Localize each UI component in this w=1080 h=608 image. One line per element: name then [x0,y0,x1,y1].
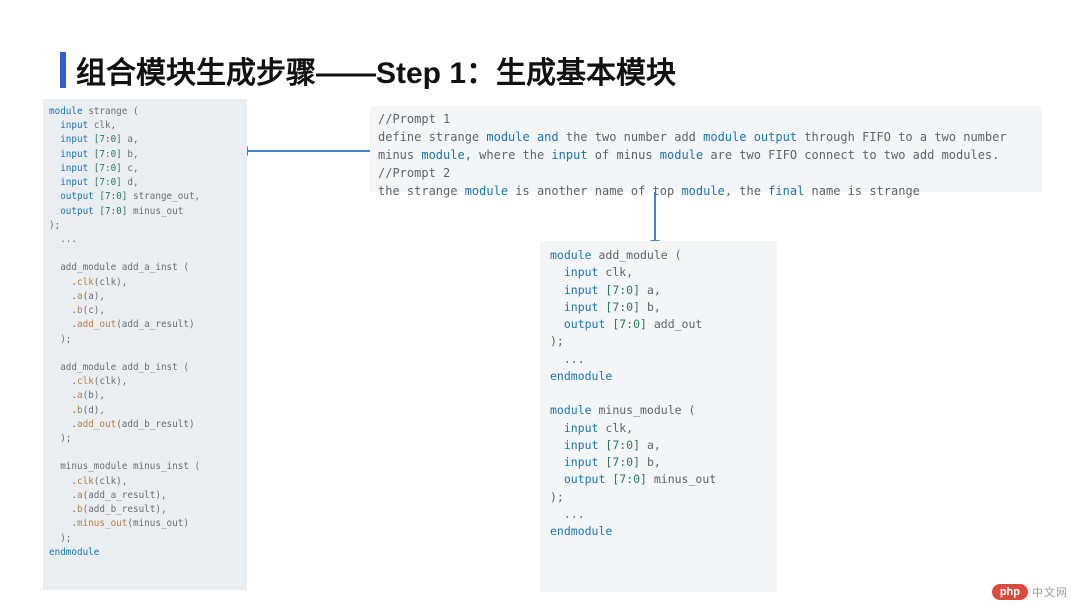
watermark-text: 中文网 [1032,584,1068,600]
watermark: php 中文网 [992,584,1068,600]
prompt-line: //Prompt 1 [378,110,1034,128]
left-code-block: module strange ( input clk, input [7:0] … [43,99,247,590]
watermark-pill: php [992,584,1028,600]
prompt-line: define strange module and the two number… [378,128,1034,146]
slide-heading: 组合模块生成步骤——Step 1：生成基本模块 [60,48,676,92]
prompt-line: //Prompt 2 [378,164,1034,182]
heading-accent-bar [60,52,66,88]
right-code-block: module add_module ( input clk, input [7:… [540,241,777,592]
arrow-prompt-to-left [247,150,370,152]
prompt-line: the strange module is another name of to… [378,182,1034,200]
heading-title: 组合模块生成步骤——Step 1：生成基本模块 [76,48,676,92]
prompt-line: minus module, where the input of minus m… [378,146,1034,164]
prompt-code-block: //Prompt 1 define strange module and the… [370,106,1042,192]
